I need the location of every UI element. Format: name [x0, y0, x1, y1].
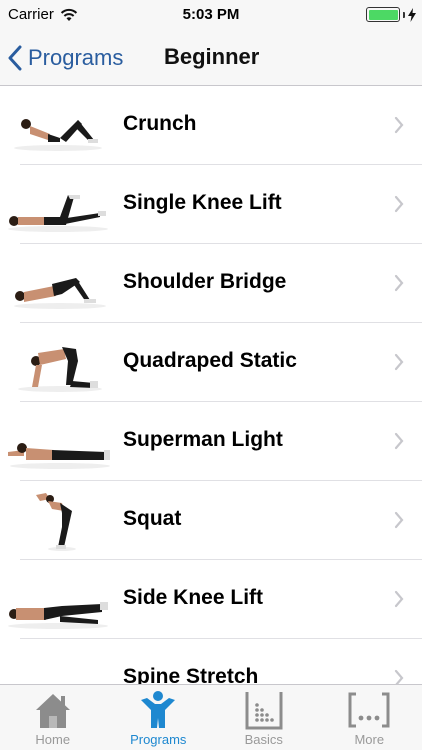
exercise-thumbnail	[2, 647, 114, 684]
list-item[interactable]: Superman Light	[0, 402, 422, 481]
chevron-right-icon	[394, 511, 404, 529]
exercise-thumbnail	[8, 602, 108, 629]
exercise-label: Crunch	[123, 112, 197, 135]
exercise-label: Shoulder Bridge	[123, 270, 287, 293]
exercise-thumbnail	[18, 347, 102, 392]
battery-icon	[366, 7, 400, 22]
tab-basics[interactable]: Basics	[211, 685, 317, 750]
exercise-label: Single Knee Lift	[123, 191, 282, 214]
battery-nub	[403, 11, 405, 18]
exercise-thumbnail	[14, 119, 102, 151]
status-time: 5:03 PM	[182, 6, 240, 23]
tab-home-label: Home	[35, 732, 71, 747]
back-button-label: Programs	[28, 45, 124, 70]
exercise-label: Quadraped Static	[123, 349, 297, 372]
dots-box-icon	[245, 692, 283, 730]
list-item[interactable]: Crunch	[0, 86, 422, 165]
chevron-right-icon	[394, 195, 404, 213]
ellipsis-bracket-icon	[348, 692, 390, 728]
exercise-label: Squat	[123, 507, 182, 530]
page-title: Beginner	[164, 44, 260, 69]
exercise-label: Side Knee Lift	[123, 586, 264, 609]
list-item[interactable]: Spine Stretch	[0, 639, 422, 684]
chevron-right-icon	[394, 353, 404, 371]
tab-home[interactable]: Home	[0, 685, 106, 750]
exercise-label: Spine Stretch	[123, 665, 259, 684]
tab-programs-label: Programs	[130, 732, 187, 747]
chevron-right-icon	[394, 116, 404, 134]
tab-basics-label: Basics	[244, 732, 283, 747]
chevron-right-icon	[394, 432, 404, 450]
exercise-thumbnail	[14, 278, 106, 309]
list-item[interactable]: Squat	[0, 481, 422, 560]
exercise-list[interactable]: Crunch Single Knee Lift Shoulder Bridge …	[0, 86, 422, 684]
tab-programs[interactable]: Programs	[106, 685, 212, 750]
list-item[interactable]: Side Knee Lift	[0, 560, 422, 639]
chevron-right-icon	[394, 590, 404, 608]
list-item[interactable]: Single Knee Lift	[0, 165, 422, 244]
chevron-right-icon	[394, 274, 404, 292]
exercise-thumbnail	[8, 443, 110, 469]
list-item[interactable]: Shoulder Bridge	[0, 244, 422, 323]
chevron-right-icon	[394, 669, 404, 684]
status-bar: Carrier 5:03 PM	[0, 0, 422, 30]
tab-more-label: More	[354, 732, 385, 747]
exercise-thumbnail	[36, 493, 76, 551]
back-button[interactable]: Programs	[8, 40, 123, 76]
tab-more[interactable]: More	[317, 685, 422, 750]
person-icon	[141, 691, 176, 728]
list-item[interactable]: Quadraped Static	[0, 323, 422, 402]
battery-fill	[368, 9, 398, 20]
chevron-left-icon	[8, 45, 22, 71]
navigation-bar: Programs Beginner	[0, 30, 422, 86]
tab-bar: Home Programs Basics More	[0, 684, 422, 750]
exercise-label: Superman Light	[123, 428, 283, 451]
exercise-thumbnail	[8, 195, 108, 232]
home-icon	[35, 694, 70, 728]
status-right	[366, 7, 416, 22]
charging-icon	[408, 7, 416, 22]
